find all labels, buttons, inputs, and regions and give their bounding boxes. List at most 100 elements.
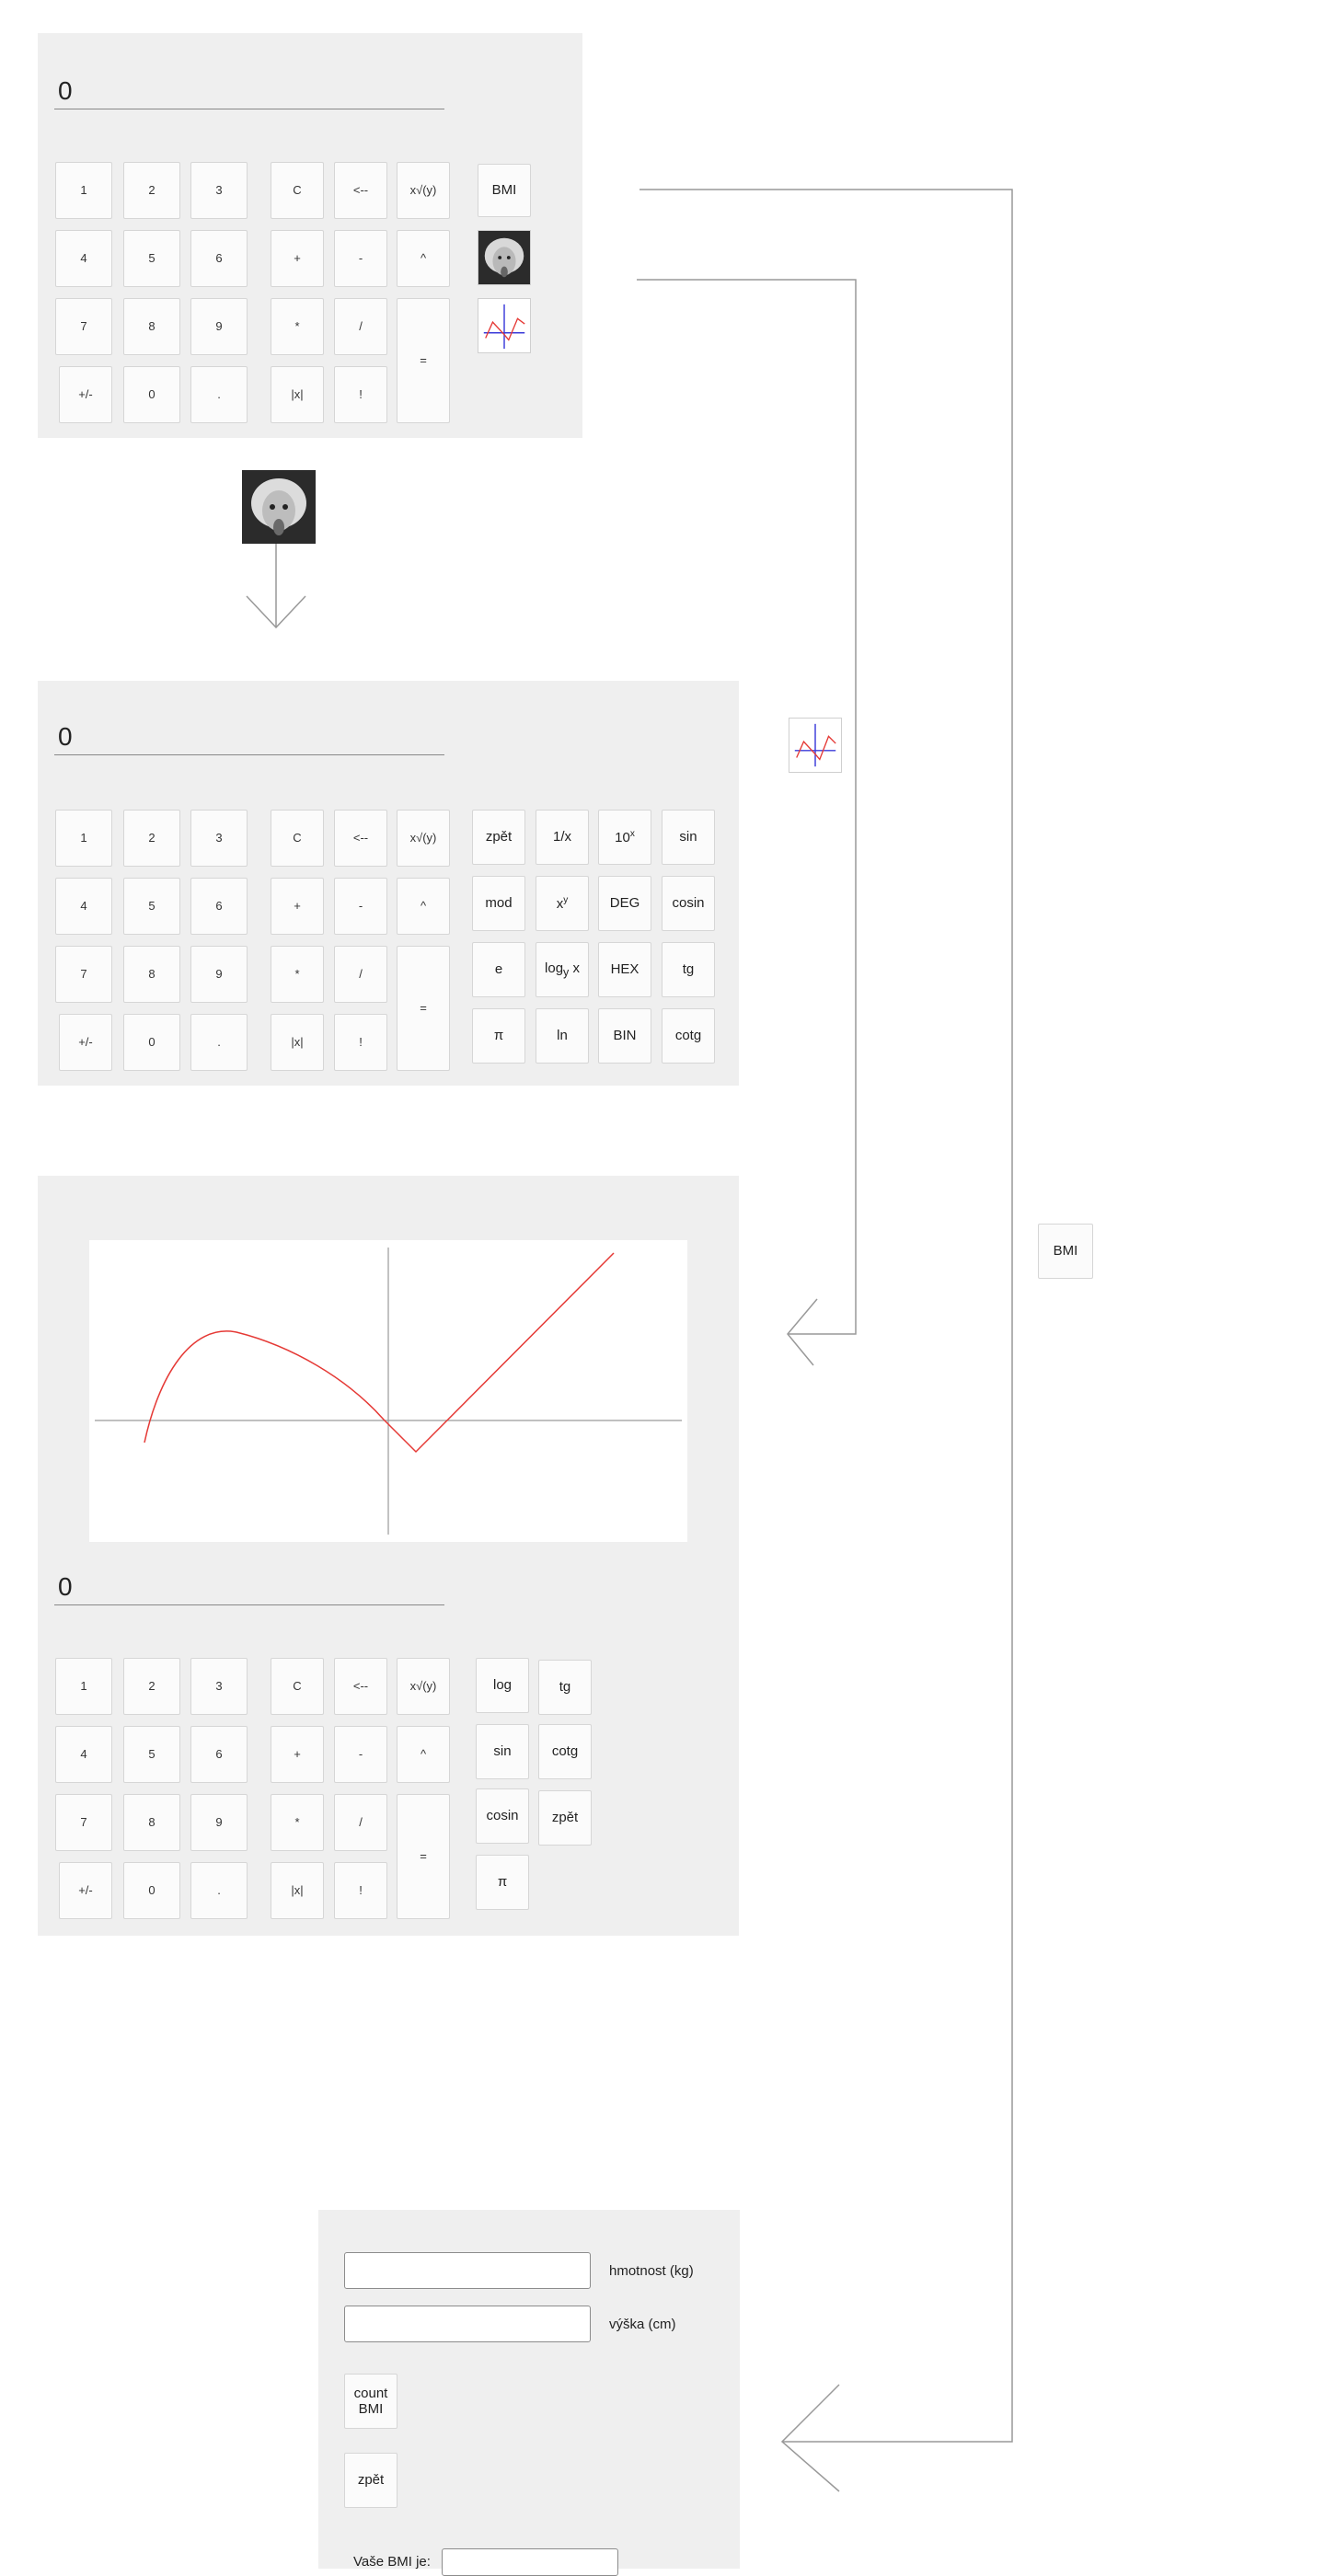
clear-button[interactable]: C [271, 810, 324, 867]
divide-button[interactable]: / [334, 946, 387, 1003]
sin-button[interactable]: sin [476, 1724, 529, 1779]
digit-7-button[interactable]: 7 [55, 298, 112, 355]
graph-icon[interactable] [478, 298, 531, 353]
root-button[interactable]: x√(y) [397, 810, 450, 867]
log-button[interactable]: log [476, 1658, 529, 1713]
digit-5-button[interactable]: 5 [123, 230, 180, 287]
deg-button[interactable]: DEG [598, 876, 651, 931]
backspace-button[interactable]: <-- [334, 810, 387, 867]
digit-7-button[interactable]: 7 [55, 1794, 112, 1851]
digit-1-button[interactable]: 1 [55, 162, 112, 219]
factorial-button[interactable]: ! [334, 1014, 387, 1071]
backspace-button[interactable]: <-- [334, 1658, 387, 1715]
digit-5-button[interactable]: 5 [123, 1726, 180, 1783]
root-button[interactable]: x√(y) [397, 162, 450, 219]
power-button[interactable]: ^ [397, 1726, 450, 1783]
root-button[interactable]: x√(y) [397, 1658, 450, 1715]
digit-8-button[interactable]: 8 [123, 298, 180, 355]
factorial-button[interactable]: ! [334, 1862, 387, 1919]
tg-button[interactable]: tg [662, 942, 715, 997]
weight-input[interactable] [344, 2252, 591, 2289]
power-button[interactable]: ^ [397, 878, 450, 935]
bin-button[interactable]: BIN [598, 1008, 651, 1064]
plus-button[interactable]: + [271, 1726, 324, 1783]
plus-button[interactable]: + [271, 230, 324, 287]
dot-button[interactable]: . [190, 366, 248, 423]
equals-button[interactable]: = [397, 298, 450, 423]
tg-button[interactable]: tg [538, 1660, 592, 1715]
sign-button[interactable]: +/- [59, 1014, 112, 1071]
digit-4-button[interactable]: 4 [55, 230, 112, 287]
minus-button[interactable]: - [334, 1726, 387, 1783]
digit-3-button[interactable]: 3 [190, 810, 248, 867]
einstein-icon[interactable] [478, 230, 531, 285]
e-button[interactable]: e [472, 942, 525, 997]
equals-button[interactable]: = [397, 946, 450, 1071]
abs-button[interactable]: |x| [271, 1862, 324, 1919]
digit-6-button[interactable]: 6 [190, 878, 248, 935]
digit-7-button[interactable]: 7 [55, 946, 112, 1003]
digit-1-button[interactable]: 1 [55, 1658, 112, 1715]
ln-button[interactable]: ln [536, 1008, 589, 1064]
scientific-display: 0 [54, 719, 444, 755]
height-input[interactable] [344, 2306, 591, 2342]
abs-button[interactable]: |x| [271, 1014, 324, 1071]
digit-9-button[interactable]: 9 [190, 946, 248, 1003]
back-button[interactable]: zpět [472, 810, 525, 865]
reciprocal-button[interactable]: 1/x [536, 810, 589, 865]
pi-button[interactable]: π [472, 1008, 525, 1064]
cotg-button[interactable]: cotg [538, 1724, 592, 1779]
multiply-button[interactable]: * [271, 298, 324, 355]
log-y-x-button[interactable]: logy x [536, 942, 589, 997]
digit-2-button[interactable]: 2 [123, 810, 180, 867]
digit-6-button[interactable]: 6 [190, 230, 248, 287]
digit-8-button[interactable]: 8 [123, 946, 180, 1003]
power-button[interactable]: ^ [397, 230, 450, 287]
digit-4-button[interactable]: 4 [55, 878, 112, 935]
cosin-button[interactable]: cosin [662, 876, 715, 931]
equals-button[interactable]: = [397, 1794, 450, 1919]
digit-2-button[interactable]: 2 [123, 162, 180, 219]
digit-1-button[interactable]: 1 [55, 810, 112, 867]
x-power-y-button[interactable]: xy [536, 876, 589, 931]
count-bmi-button[interactable]: count BMI [344, 2374, 398, 2429]
clear-button[interactable]: C [271, 162, 324, 219]
digit-5-button[interactable]: 5 [123, 878, 180, 935]
digit-8-button[interactable]: 8 [123, 1794, 180, 1851]
digit-9-button[interactable]: 9 [190, 298, 248, 355]
digit-2-button[interactable]: 2 [123, 1658, 180, 1715]
digit-4-button[interactable]: 4 [55, 1726, 112, 1783]
back-button[interactable]: zpět [538, 1790, 592, 1846]
sin-button[interactable]: sin [662, 810, 715, 865]
clear-button[interactable]: C [271, 1658, 324, 1715]
pi-button[interactable]: π [476, 1855, 529, 1910]
dot-button[interactable]: . [190, 1862, 248, 1919]
minus-button[interactable]: - [334, 230, 387, 287]
cosin-button[interactable]: cosin [476, 1788, 529, 1844]
digit-3-button[interactable]: 3 [190, 162, 248, 219]
ten-power-button[interactable]: 10x [598, 810, 651, 865]
dot-button[interactable]: . [190, 1014, 248, 1071]
cotg-button[interactable]: cotg [662, 1008, 715, 1064]
digit-3-button[interactable]: 3 [190, 1658, 248, 1715]
bmi-button[interactable]: BMI [478, 164, 531, 217]
sign-button[interactable]: +/- [59, 366, 112, 423]
minus-button[interactable]: - [334, 878, 387, 935]
sign-button[interactable]: +/- [59, 1862, 112, 1919]
digit-9-button[interactable]: 9 [190, 1794, 248, 1851]
hex-button[interactable]: HEX [598, 942, 651, 997]
digit-0-button[interactable]: 0 [123, 1862, 180, 1919]
divide-button[interactable]: / [334, 298, 387, 355]
plus-button[interactable]: + [271, 878, 324, 935]
digit-6-button[interactable]: 6 [190, 1726, 248, 1783]
multiply-button[interactable]: * [271, 946, 324, 1003]
divide-button[interactable]: / [334, 1794, 387, 1851]
factorial-button[interactable]: ! [334, 366, 387, 423]
mod-button[interactable]: mod [472, 876, 525, 931]
digit-0-button[interactable]: 0 [123, 1014, 180, 1071]
abs-button[interactable]: |x| [271, 366, 324, 423]
multiply-button[interactable]: * [271, 1794, 324, 1851]
digit-0-button[interactable]: 0 [123, 366, 180, 423]
backspace-button[interactable]: <-- [334, 162, 387, 219]
back-button[interactable]: zpět [344, 2453, 398, 2508]
